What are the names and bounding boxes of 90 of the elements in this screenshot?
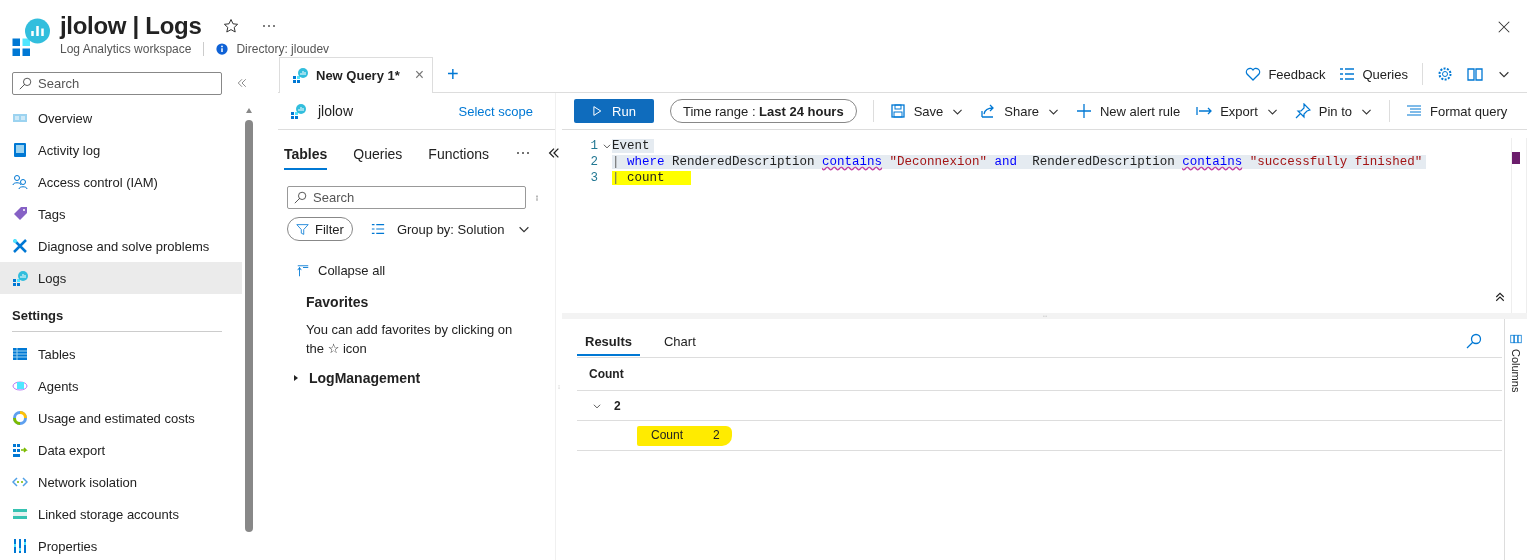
sidebar-item[interactable]: Network isolation <box>0 466 242 498</box>
collapse-all-button[interactable]: Collapse all <box>278 241 555 278</box>
minimap-marker <box>1512 152 1520 164</box>
list-icon <box>370 222 385 236</box>
favorites-heading: Favorites <box>305 293 370 310</box>
sidebar-item[interactable]: Access control (IAM) <box>0 166 242 198</box>
tools-icon <box>12 238 28 254</box>
list-icon <box>1339 66 1356 82</box>
fold-icon <box>602 141 612 151</box>
line-number: 1 <box>589 139 598 153</box>
columns-button[interactable]: Columns <box>1504 319 1527 560</box>
search-icon[interactable] <box>1466 333 1482 349</box>
run-button[interactable]: Run <box>574 99 654 123</box>
tab-label: New Query 1* <box>316 67 401 83</box>
sidebar-item[interactable]: Diagnose and solve problems <box>0 230 242 262</box>
sidebar-item[interactable]: Properties <box>0 530 242 560</box>
sidebar-item[interactable]: Usage and estimated costs <box>0 402 242 434</box>
sidebar-item[interactable]: Logs <box>0 262 242 294</box>
toolbar-button[interactable]: Pin to <box>1294 103 1373 119</box>
toolbar-button[interactable]: Save <box>889 103 965 119</box>
scope-name: jlolow <box>318 103 353 119</box>
close-icon[interactable] <box>1497 20 1511 34</box>
table-cell: 2 <box>614 398 621 413</box>
close-tab-button[interactable]: × <box>414 66 424 84</box>
panel-tab[interactable]: Tables <box>284 136 328 170</box>
filter-icon <box>296 222 309 236</box>
results-tab[interactable]: Chart <box>655 326 704 356</box>
search-field[interactable]: Search <box>287 186 526 209</box>
book-icon[interactable] <box>1467 66 1483 82</box>
section-heading: Settings <box>12 294 222 332</box>
star-icon[interactable] <box>223 18 240 34</box>
tree-node[interactable]: LogManagement <box>278 358 555 386</box>
heart-icon <box>1245 66 1262 82</box>
caret-right-icon <box>292 374 300 382</box>
subtitle: Log Analytics workspace <box>60 42 192 56</box>
tag-icon <box>12 206 28 222</box>
pie-icon <box>12 410 28 426</box>
sidebar-item[interactable]: Data export <box>0 434 242 466</box>
directory-label: Directory: jloudev <box>236 42 330 56</box>
search-field[interactable]: Search <box>12 71 222 95</box>
storage-icon <box>12 506 28 522</box>
group-by-dropdown[interactable]: Group by: Solution <box>370 221 531 237</box>
select-scope-link[interactable]: Select scope <box>458 103 533 119</box>
line-number: 3 <box>589 171 598 185</box>
info-icon <box>216 43 229 55</box>
scrollbar-thumb[interactable] <box>244 120 253 532</box>
toolbar-button[interactable]: Format query <box>1406 103 1508 119</box>
pin-icon <box>1294 103 1311 119</box>
sidebar-item[interactable]: Overview <box>0 102 242 134</box>
toolbar-button[interactable]: Queries <box>1339 66 1408 82</box>
workspace-icon <box>10 16 50 56</box>
add-tab-button[interactable]: + <box>447 62 459 86</box>
table-icon <box>12 346 28 362</box>
search-icon <box>19 76 32 90</box>
panel-tab[interactable]: Functions <box>428 136 490 170</box>
sidebar-item[interactable]: Tags <box>0 198 242 230</box>
page-title: jlolow | Logs <box>60 12 202 40</box>
sidebar-item[interactable]: Activity log <box>0 134 242 166</box>
sidebar-item[interactable]: Linked storage accounts <box>0 498 242 530</box>
chart-icon <box>12 270 28 286</box>
favorites-text: You can add favorites by clicking on the ☆ icon <box>305 321 514 358</box>
line-number: 2 <box>589 155 598 169</box>
toolbar-button[interactable]: New alert rule <box>1076 103 1181 119</box>
cube-icon <box>12 378 28 394</box>
query-tab[interactable]: New Query 1* × <box>279 56 433 93</box>
export-icon <box>12 442 28 458</box>
column-header: Count <box>589 367 624 381</box>
results-tab[interactable]: Results <box>577 326 640 356</box>
toolbar-button[interactable]: Export <box>1196 103 1279 119</box>
format-icon <box>1406 103 1422 119</box>
detail-label: Count <box>651 427 684 442</box>
collapse-all-icon <box>296 263 310 278</box>
sidebar-item[interactable]: Agents <box>0 370 242 402</box>
columns-icon <box>1510 333 1522 345</box>
toolbar-button[interactable]: Share <box>980 103 1060 119</box>
toolbar-button[interactable]: Feedback <box>1245 66 1326 82</box>
chart-icon <box>292 67 308 83</box>
sidebar-item[interactable]: Tables <box>0 338 242 370</box>
detail-value: 2 <box>713 427 720 442</box>
settings-icon[interactable] <box>1437 66 1453 82</box>
document-icon <box>12 142 28 158</box>
play-icon <box>592 106 603 116</box>
add-icon <box>1076 103 1092 119</box>
save-icon <box>889 103 906 119</box>
search-icon <box>294 191 307 204</box>
chart-icon <box>290 103 306 119</box>
people-icon <box>12 174 28 190</box>
expand-up-icon[interactable] <box>1494 291 1506 303</box>
bars-icon <box>12 538 28 554</box>
panel-tab[interactable]: Queries <box>353 136 403 170</box>
